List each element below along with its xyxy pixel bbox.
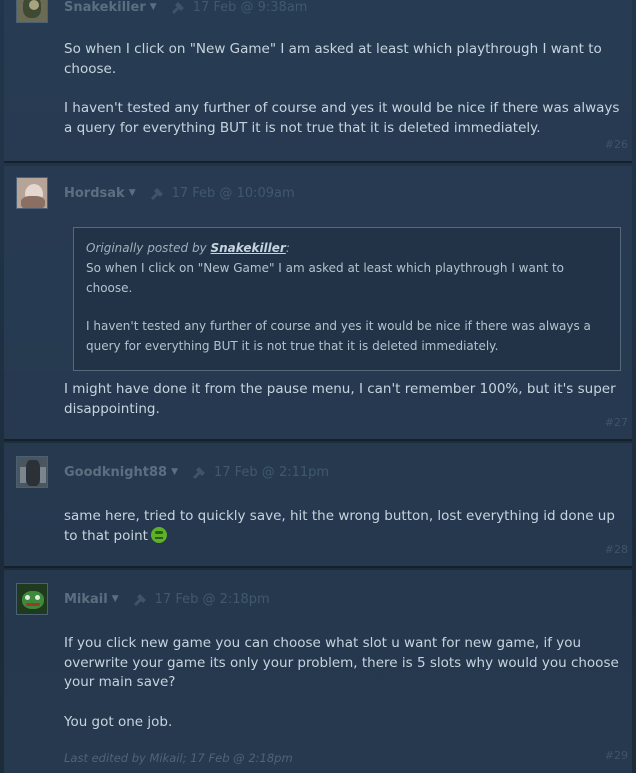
discussion-thread: Snakekiller ▼ 17 Feb @ 9:38am So when I …	[0, 0, 636, 773]
chevron-down-icon[interactable]: ▼	[112, 594, 119, 604]
avatar[interactable]	[16, 0, 48, 23]
quote-suffix: :	[285, 241, 290, 255]
chevron-down-icon[interactable]: ▼	[129, 188, 136, 198]
quote-author-link[interactable]: Snakekiller	[210, 241, 285, 255]
avatar[interactable]	[16, 177, 48, 209]
quote-text: I haven't tested any further of course a…	[86, 319, 591, 353]
post-number[interactable]: #26	[605, 138, 628, 151]
emoticon-icon	[150, 526, 167, 543]
post-number[interactable]: #29	[605, 749, 628, 762]
author-name[interactable]: Hordsak	[64, 186, 125, 201]
quote-block: Originally posted by Snakekiller: So whe…	[73, 227, 621, 371]
post-text: I haven't tested any further of course a…	[64, 100, 620, 136]
comment-post: Mikail ▼ 17 Feb @ 2:18pm If you click ne…	[4, 570, 632, 773]
author-name[interactable]: Mikail	[64, 592, 108, 607]
post-date: 17 Feb @ 10:09am	[171, 185, 295, 201]
comment-post: Snakekiller ▼ 17 Feb @ 9:38am So when I …	[4, 0, 632, 163]
post-text: So when I click on "New Game" I am asked…	[64, 41, 602, 77]
chevron-down-icon[interactable]: ▼	[171, 467, 178, 477]
chevron-down-icon[interactable]: ▼	[150, 2, 157, 12]
quote-header: Originally posted by Snakekiller:	[86, 238, 608, 258]
comment-post: Hordsak ▼ 17 Feb @ 10:09am Originally po…	[4, 166, 632, 441]
quote-text: So when I click on "New Game" I am asked…	[86, 261, 565, 295]
author-name[interactable]: Goodknight88	[64, 465, 167, 480]
edit-note: Last edited by Mikail; 17 Feb @ 2:18pm	[64, 751, 293, 765]
comment-post: Goodknight88 ▼ 17 Feb @ 2:11pm same here…	[4, 443, 632, 568]
pin-icon	[133, 594, 146, 606]
post-date: 17 Feb @ 2:11pm	[213, 464, 330, 480]
quote-prefix: Originally posted by	[86, 241, 211, 255]
post-text: I might have done it from the pause menu…	[64, 381, 616, 417]
post-number[interactable]: #28	[605, 543, 628, 556]
pin-icon	[192, 467, 205, 479]
avatar[interactable]	[16, 583, 48, 615]
post-text: same here, tried to quickly save, hit th…	[64, 508, 615, 544]
post-text: You got one job.	[64, 713, 173, 730]
post-number[interactable]: #27	[605, 416, 628, 429]
post-text: If you click new game you can choose wha…	[64, 635, 619, 690]
post-date: 17 Feb @ 2:18pm	[154, 591, 270, 607]
post-date: 17 Feb @ 9:38am	[192, 0, 308, 15]
avatar[interactable]	[16, 456, 48, 488]
pin-icon	[150, 188, 163, 200]
pin-icon	[171, 2, 184, 14]
author-name[interactable]: Snakekiller	[64, 0, 146, 15]
